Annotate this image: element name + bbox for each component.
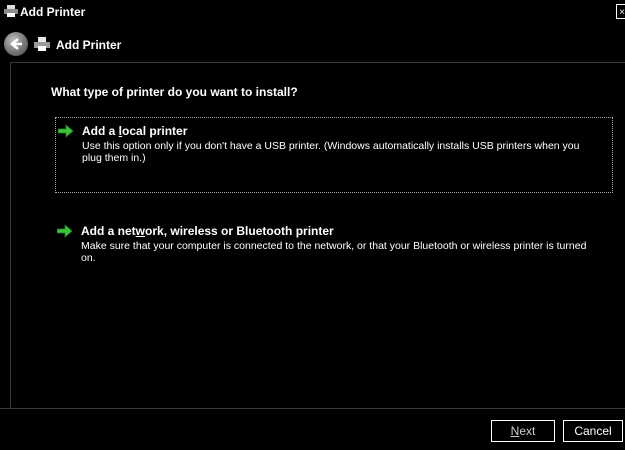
option-title: Add a network, wireless or Bluetooth pri… xyxy=(81,224,334,238)
green-arrow-icon xyxy=(57,224,73,238)
back-arrow-icon xyxy=(10,38,22,50)
next-button[interactable]: Next xyxy=(491,420,555,442)
wizard-content: What type of printer do you want to inst… xyxy=(10,62,625,408)
printer-icon xyxy=(4,5,18,17)
window-title: Add Printer xyxy=(20,5,86,19)
back-button[interactable] xyxy=(4,32,28,56)
add-network-printer-option[interactable]: Add a network, wireless or Bluetooth pri… xyxy=(55,218,613,278)
question-heading: What type of printer do you want to inst… xyxy=(51,85,298,99)
option-description: Use this option only if you don't have a… xyxy=(82,140,580,164)
option-description: Make sure that your computer is connecte… xyxy=(81,240,587,264)
green-arrow-icon xyxy=(58,124,74,138)
add-local-printer-option[interactable]: Add a local printer Use this option only… xyxy=(55,117,613,193)
option-title: Add a local printer xyxy=(82,124,188,138)
navigation-bar: Add Printer xyxy=(0,26,625,62)
footer: Next Cancel xyxy=(0,408,625,450)
title-bar: Add Printer × xyxy=(0,0,625,24)
cancel-button[interactable]: Cancel xyxy=(563,420,623,442)
printer-icon xyxy=(34,37,50,51)
page-title: Add Printer xyxy=(56,38,122,52)
close-button[interactable]: × xyxy=(616,4,625,19)
